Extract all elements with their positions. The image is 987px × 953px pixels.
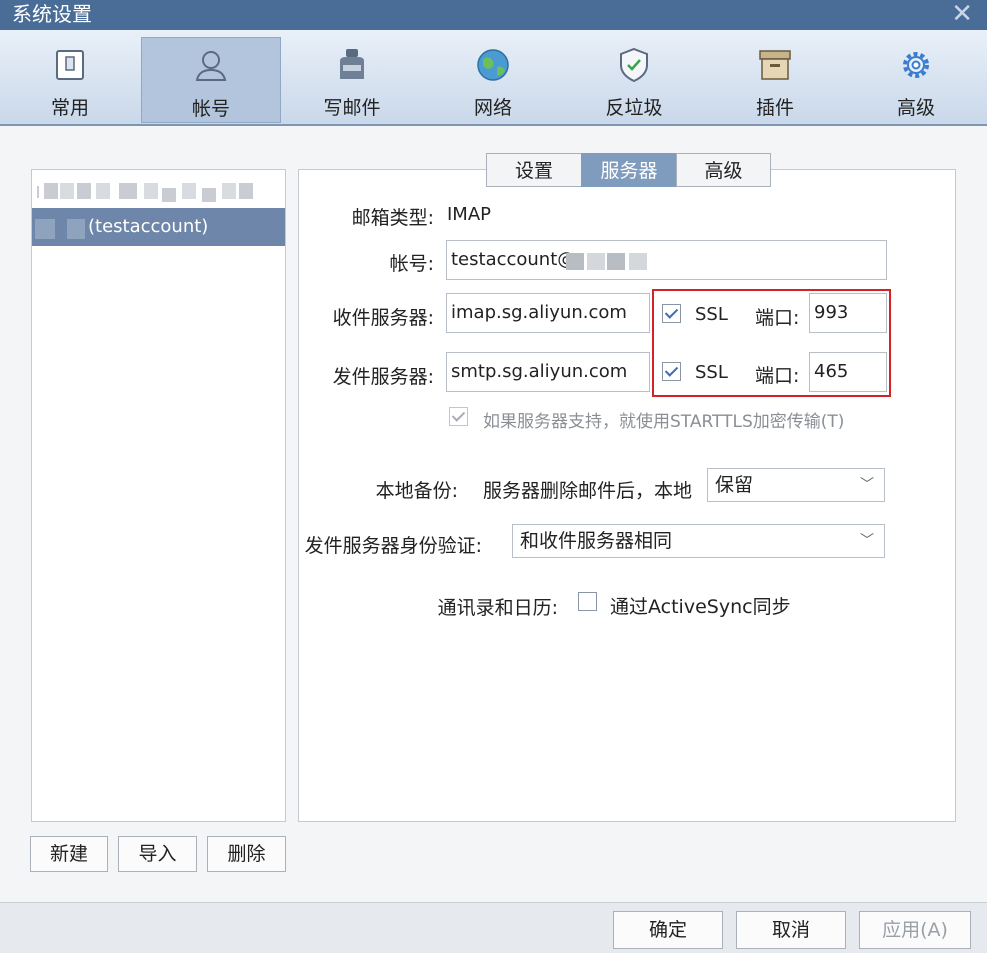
toolbar-label: 插件 (755, 97, 794, 119)
redacted-text (77, 183, 91, 199)
gear-icon (903, 52, 929, 78)
toolbar-label: 帐号 (191, 98, 230, 120)
account-field[interactable]: testaccount@ (446, 240, 887, 280)
redacted-text (202, 188, 216, 202)
local-backup-select[interactable]: 保留 ﹀ (707, 468, 885, 502)
box-icon (759, 50, 791, 80)
redacted-text (35, 219, 55, 239)
cancel-button[interactable]: 取消 (736, 911, 846, 949)
toolbar-item-compose[interactable]: 写邮件 (282, 37, 422, 123)
incoming-server-label: 收件服务器: (332, 307, 434, 329)
import-account-button[interactable]: 导入 (118, 836, 197, 872)
mailbox-type-value: IMAP (447, 204, 492, 225)
close-icon[interactable]: ✕ (951, 0, 973, 28)
toolbar-label: 反垃圾 (605, 97, 663, 119)
redacted-text (566, 253, 584, 270)
local-backup-description: 服务器删除邮件后，本地 (483, 480, 693, 502)
redacted-text (162, 188, 176, 202)
activesync-checkbox[interactable] (578, 592, 597, 611)
redacted-text (182, 183, 196, 199)
redacted-text (44, 183, 58, 199)
toolbar-item-advanced[interactable]: 高级 (846, 37, 986, 123)
outgoing-auth-label: 发件服务器身份验证: (304, 535, 482, 557)
phone-icon (56, 50, 84, 80)
toolbar-item-general[interactable]: 常用 (0, 37, 140, 123)
account-field-text: testaccount@ (451, 249, 576, 270)
settings-toolbar: 常用 帐号 写邮件 网络 反垃圾 插件 高级 (0, 30, 987, 126)
outgoing-auth-value: 和收件服务器相同 (520, 530, 673, 552)
local-backup-label: 本地备份: (375, 480, 458, 502)
redacted-text (96, 183, 110, 199)
tab-advanced[interactable]: 高级 (676, 153, 771, 187)
incoming-server-field[interactable]: imap.sg.aliyun.com (446, 293, 650, 333)
delete-account-button[interactable]: 删除 (207, 836, 286, 872)
new-account-button[interactable]: 新建 (30, 836, 108, 872)
redacted-text (60, 183, 74, 199)
account-list: (testaccount) (31, 169, 286, 822)
title-bar: 系统设置 ✕ (0, 0, 987, 30)
toolbar-label: 常用 (50, 97, 89, 119)
redacted-text (67, 219, 85, 239)
toolbar-item-plugins[interactable]: 插件 (705, 37, 845, 123)
redacted-text (222, 183, 236, 199)
shield-icon (620, 47, 648, 83)
redacted-text (239, 183, 253, 199)
activesync-label: 通过ActiveSync同步 (610, 596, 791, 618)
local-backup-value: 保留 (715, 474, 754, 496)
outgoing-server-label: 发件服务器: (332, 366, 434, 388)
list-item-selected[interactable]: (testaccount) (32, 208, 285, 246)
chevron-down-icon: ﹀ (860, 477, 874, 493)
redacted-text (144, 183, 158, 199)
tab-server[interactable]: 服务器 (581, 153, 677, 187)
starttls-checkbox[interactable] (449, 407, 468, 426)
toolbar-label: 高级 (896, 97, 935, 119)
list-item[interactable] (34, 180, 284, 204)
redacted-text (607, 253, 625, 270)
account-label: 帐号: (389, 253, 434, 275)
tab-settings[interactable]: 设置 (486, 153, 582, 187)
chevron-down-icon: ﹀ (860, 533, 874, 549)
redacted-text (629, 253, 647, 270)
apply-button[interactable]: 应用(A) (859, 911, 971, 949)
toolbar-item-account[interactable]: 帐号 (141, 37, 281, 123)
redacted-text (119, 183, 137, 199)
account-name: (testaccount) (88, 216, 209, 237)
toolbar-item-antispam[interactable]: 反垃圾 (564, 37, 704, 123)
redacted-text (37, 186, 39, 198)
contacts-calendar-label: 通讯录和日历: (437, 597, 558, 619)
toolbar-item-network[interactable]: 网络 (423, 37, 563, 123)
outgoing-server-field[interactable]: smtp.sg.aliyun.com (446, 352, 650, 392)
toolbar-label: 写邮件 (323, 97, 381, 119)
redacted-text (587, 253, 605, 270)
window-title: 系统设置 (12, 2, 92, 26)
ink-bottle-icon (340, 49, 364, 79)
toolbar-label: 网络 (473, 97, 512, 119)
globe-icon (477, 49, 509, 81)
mailbox-type-label: 邮箱类型: (351, 207, 434, 229)
starttls-label: 如果服务器支持，就使用STARTTLS加密传输(T) (483, 412, 845, 432)
ssl-port-highlight (652, 289, 891, 397)
ok-button[interactable]: 确定 (613, 911, 723, 949)
user-icon (195, 51, 227, 81)
outgoing-auth-select[interactable]: 和收件服务器相同 ﹀ (512, 524, 885, 558)
